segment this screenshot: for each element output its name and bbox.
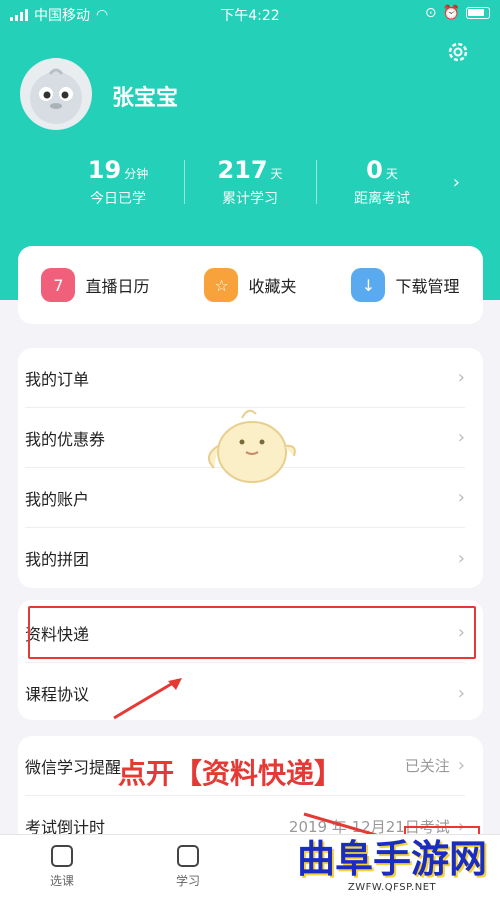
menu-item-value: 已关注 — [404, 757, 450, 775]
stat-today[interactable]: 19 分钟 今日已学 — [48, 156, 188, 208]
stat-label: 今日已学 — [90, 191, 146, 207]
quick-action-label: 收藏夹 — [248, 277, 297, 296]
tab-study[interactable]: 学习 — [148, 845, 228, 889]
stat-label: 累计学习 — [222, 191, 278, 207]
tab-courses[interactable]: 选课 — [22, 845, 102, 889]
quick-action-label: 下载管理 — [395, 277, 460, 296]
battery-icon — [466, 7, 490, 19]
tab-label: 学习 — [175, 874, 200, 888]
tab-label: 选课 — [49, 874, 74, 888]
calendar-icon: 7 — [41, 268, 76, 302]
avatar[interactable] — [20, 58, 92, 130]
stat-value: 217 — [217, 156, 268, 184]
menu-item-label: 我的拼团 — [25, 550, 90, 569]
status-bar: 中国移动 ◠ 下午4:22 ⊙ ⏰ — [0, 0, 500, 28]
book-icon — [177, 845, 199, 867]
chevron-right-icon: › — [457, 367, 465, 388]
stat-value: 19 — [87, 156, 122, 184]
rotation-lock-icon: ⊙ — [424, 5, 437, 21]
stat-exam[interactable]: 0天 距离考试 — [312, 156, 452, 208]
quick-action-downloads[interactable]: ↓ 下载管理 — [328, 268, 483, 302]
chevron-right-icon: › — [457, 547, 465, 569]
menu-item-label: 课程协议 — [25, 685, 90, 704]
watermark: 曲阜手游网 ZWFW.QFSP.NET — [294, 836, 490, 896]
download-icon: ↓ — [351, 268, 386, 302]
stat-unit: 天 — [385, 167, 398, 181]
play-icon — [51, 845, 73, 867]
star-icon: ☆ — [204, 268, 239, 302]
menu-item-orders[interactable]: 我的订单 › — [25, 348, 465, 408]
mascot-chick-icon — [207, 409, 296, 483]
quick-action-favorites[interactable]: ☆ 收藏夹 — [173, 268, 328, 302]
quick-action-live-calendar[interactable]: 7 直播日历 — [18, 268, 173, 302]
stat-unit: 分钟 — [124, 167, 149, 181]
quick-actions-card: 7 直播日历 ☆ 收藏夹 ↓ 下载管理 — [18, 246, 483, 324]
menu-item-label: 我的订单 — [25, 369, 90, 389]
stat-label: 距离考试 — [354, 191, 410, 207]
bird-avatar-icon — [30, 68, 82, 124]
watermark-url: ZWFW.QFSP.NET — [347, 882, 437, 893]
annotation-text: 点开【资料快递】 — [118, 757, 343, 790]
quick-action-label: 直播日历 — [85, 277, 150, 296]
stat-total[interactable]: 217 天 累计学习 — [180, 156, 320, 208]
chevron-right-icon: › — [457, 682, 465, 704]
stat-value: 0 — [366, 156, 383, 184]
annotation-arrow-icon — [113, 678, 182, 720]
chevron-right-icon: › — [457, 487, 465, 508]
stat-unit: 天 — [270, 167, 283, 181]
highlight-box — [28, 606, 476, 659]
watermark-title: 曲阜手游网 — [296, 837, 487, 881]
menu-item-group-buy[interactable]: 我的拼团 › — [25, 528, 465, 588]
chevron-right-icon: › — [457, 427, 465, 448]
menu-item-course-agreement[interactable]: 课程协议 › — [25, 663, 465, 723]
chevron-right-icon: › — [457, 755, 465, 776]
stats-chevron-icon[interactable]: › — [453, 172, 460, 193]
alarm-icon: ⏰ — [442, 5, 460, 21]
settings-gear-icon[interactable] — [446, 40, 470, 64]
username: 张宝宝 — [112, 86, 179, 111]
